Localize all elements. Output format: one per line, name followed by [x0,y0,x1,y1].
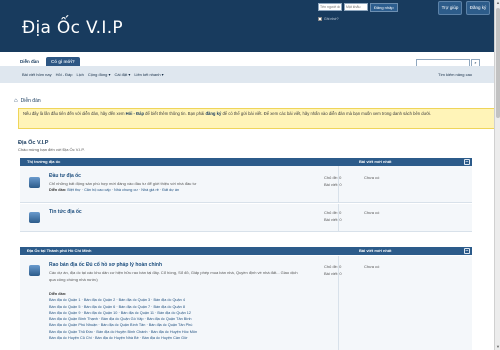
scroll-down-icon[interactable]: ▼ [495,344,500,350]
latest-post-header: Bài viết mới nhất [359,248,392,253]
subforum-label: Diễn đàn: [49,292,67,296]
notice-faq-link[interactable]: Hỏi - Đáp [126,111,144,116]
subnav-quick-links[interactable]: Liên kết nhanh ▾ [134,72,163,77]
forum-title[interactable]: Rao bán địa ốc Đủ cổ hồ sơ pháp lý hoàn … [49,262,162,268]
thread-count: Chủ đề: 0 [324,210,342,215]
post-count: Bài viết: 0 [324,270,342,276]
forum-status-icon [29,265,40,276]
subforum-list: Diễn đàn: Biệt thự · Căn hộ cao cấp · Nh… [49,188,180,192]
forum-row: Rao bán địa ốc Đủ cổ hồ sơ pháp lý hoàn … [20,256,472,350]
thread-count: Chủ đề: 0 [324,175,342,180]
subnav-faq[interactable]: Hỏi - Đáp [56,72,73,77]
subforum-link[interactable]: Nhà giá rẻ [141,188,159,192]
forum-stats: Chủ đề: 0 Bài viết: 0 [324,210,342,223]
latest-post-header: Bài viết mới nhất [359,159,392,164]
advanced-search-link[interactable]: Tìm kiếm nâng cao [438,72,472,77]
forum-title[interactable]: Đầu tư địa ốc [49,173,81,179]
subforum-link[interactable]: Nhà chung cư [114,188,138,192]
site-logo[interactable]: Địa Ốc V.I.P [22,18,123,38]
subnav-settings[interactable]: Cài đặt ▾ [115,72,131,77]
notice-suffix: để có thể gửi bài viết. Để xem các bài v… [221,111,432,116]
notice-prefix: Nếu đây là lần đầu tiên đến với diễn đàn… [23,111,126,116]
page-scrollbar[interactable]: ▲ ▼ [494,0,500,350]
forum-row: Tin tức địa ốc Chủ đề: 0 Bài viết: 0 Chư… [20,204,472,232]
remember-label: Ghi nhớ? [324,17,339,21]
forum-stats: Chủ đề: 0 Bài viết: 0 [324,175,342,188]
login-button[interactable]: Đăng nhập [370,3,398,12]
forum-status-icon [29,212,40,223]
breadcrumb-forum[interactable]: Diễn đàn [21,98,41,104]
post-count: Bài viết: 0 [324,216,342,222]
collapse-icon[interactable]: − [464,248,470,254]
latest-post: Chưa có [364,175,380,180]
scroll-thumb[interactable] [496,8,500,118]
tab-forum[interactable]: Diễn đàn [15,57,45,66]
subforum-link[interactable]: Căn hộ cao cấp [84,188,111,192]
sub-navigation: Bài viết hôm nay Hỏi - Đáp Lịch Cộng đồn… [0,66,494,83]
home-icon[interactable]: ⌂ [14,98,18,104]
subforum-label: Diễn đàn: [49,188,67,192]
username-field[interactable] [318,3,342,11]
subnav-todays-posts[interactable]: Bài viết hôm nay [22,72,52,77]
latest-post: Chưa có [364,210,380,215]
category-header: Địa Ốc tại Thành phố Hồ Chí Minh Bài viế… [20,247,472,255]
forum-description: Các dự án, địa ốc tại các khu dân cư hiệ… [49,270,298,282]
remember-checkbox[interactable] [318,17,322,21]
scroll-up-icon[interactable]: ▲ [495,0,500,6]
forum-status-icon [29,177,40,188]
category-title[interactable]: Địa Ốc tại Thành phố Hồ Chí Minh [27,247,91,255]
subforum-list: Diễn đàn: Bán địa ốc Quận 1 · Bán địa ốc… [49,291,301,341]
collapse-icon[interactable]: − [464,159,470,165]
login-form: Đăng nhập [318,3,398,13]
forum-row: Đầu tư địa ốc Chỉ những bất động sản phù… [20,166,472,203]
page-title: Địa Ốc V.I.P [18,140,49,146]
welcome-notice: Nếu đây là lần đầu tiên đến với diễn đàn… [18,108,498,129]
notice-middle: để biết thêm thông tin. Bạn phải [144,111,206,116]
post-count: Bài viết: 0 [324,181,342,187]
breadcrumb: ⌂ Diễn đàn [14,96,488,105]
notice-register-link[interactable]: đăng ký [205,111,221,116]
category-header: Thị trường địa ốc Bài viết mới nhất − [20,158,472,166]
site-header: Địa Ốc V.I.P Đăng nhập Ghi nhớ? Trợ giúp… [0,0,494,52]
remember-me[interactable]: Ghi nhớ? [318,17,339,21]
register-button[interactable]: Đăng ký [466,1,490,15]
main-tabs: Diễn đàn Có gì mới? [15,57,80,66]
subforum-line[interactable]: Bán địa ốc Huyện Củ Chi · Bán địa ốc Huy… [49,335,301,341]
subnav-community[interactable]: Cộng đồng ▾ [88,72,111,77]
password-field[interactable] [344,3,368,11]
forum-description: Chỉ những bất động sản phù hợp mới đáng … [49,181,197,186]
help-button[interactable]: Trợ giúp [438,1,462,15]
forum-title[interactable]: Tin tức địa ốc [49,209,82,215]
subforum-link[interactable]: Biệt thự [67,188,80,192]
subforum-link[interactable]: Đất dự án [162,188,179,192]
forum-stats: Chủ đề: 0 Bài viết: 0 [324,264,342,277]
latest-post: Chưa có [364,264,380,269]
tab-whats-new[interactable]: Có gì mới? [46,57,80,66]
thread-count: Chủ đề: 0 [324,264,342,269]
subnav-calendar[interactable]: Lịch [76,72,83,77]
category-title[interactable]: Thị trường địa ốc [27,158,60,166]
page-description: Chào mừng bạn đến với Địa Ốc V.I.P. [18,147,85,152]
